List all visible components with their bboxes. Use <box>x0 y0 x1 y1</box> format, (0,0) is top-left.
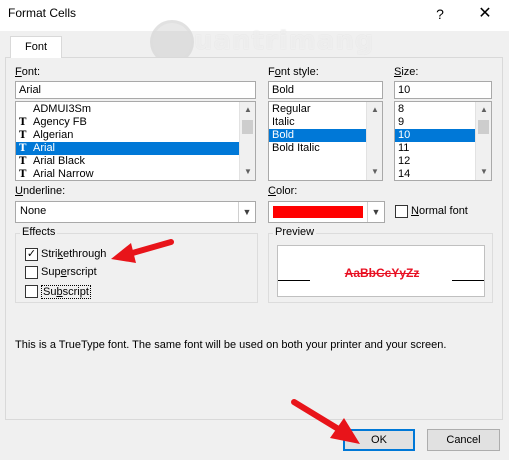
subscript-label-rest: script <box>62 286 89 298</box>
normal-font-checkbox[interactable] <box>395 205 408 218</box>
annotation-arrow-strikethrough <box>111 239 174 263</box>
size-list-item-label: 12 <box>398 155 411 167</box>
size-list-item-label: 9 <box>398 116 405 128</box>
normal-font-label[interactable]: Normal font <box>411 205 468 217</box>
chevron-down-icon[interactable]: ▼ <box>238 202 255 222</box>
scroll-up-icon[interactable]: ▲ <box>476 102 491 118</box>
scroll-up-icon[interactable]: ▲ <box>240 102 255 118</box>
font-list-item-label: Arial Black <box>33 155 85 167</box>
font-list-item[interactable]: T Arial Narrow <box>16 168 255 180</box>
truetype-icon: T <box>19 143 27 154</box>
size-label: Size: <box>394 66 418 78</box>
font-label-accel: F <box>15 66 22 78</box>
strikethrough-label-pre: Stri <box>41 248 58 260</box>
help-button[interactable]: ? <box>427 3 453 25</box>
font-style-label: Font style: <box>268 66 319 78</box>
close-button[interactable]: ✕ <box>468 3 502 25</box>
strikethrough-label-rest: ethrough <box>63 248 107 260</box>
size-list-scrollbar[interactable]: ▲ ▼ <box>475 102 491 180</box>
truetype-icon: T <box>19 130 27 141</box>
underline-label-accel: U <box>15 185 23 197</box>
truetype-icon: T <box>19 117 27 128</box>
strikethrough-label[interactable]: Strikethrough <box>41 248 106 260</box>
font-style-label-rest: nt style: <box>280 66 319 78</box>
size-list[interactable]: 8 9 10 11 12 14 ▲ ▼ <box>394 101 492 181</box>
superscript-label-pre: Sup <box>41 266 61 278</box>
size-list-item-label: 11 <box>398 142 410 154</box>
font-list-scrollbar[interactable]: ▲ ▼ <box>239 102 255 180</box>
scroll-thumb[interactable] <box>242 120 253 134</box>
preview-sample: AaBbCcYyZz <box>344 266 420 280</box>
underline-value: None <box>20 205 47 217</box>
font-list-item[interactable]: T Arial Black <box>16 155 255 168</box>
size-input[interactable]: 10 <box>394 81 492 99</box>
font-list-item-label: ADMUI3Sm <box>33 103 92 115</box>
font-name-input[interactable]: Arial <box>15 81 256 99</box>
font-list-item[interactable]: T Algerian <box>16 129 255 142</box>
font-list-item-label: Agency FB <box>33 116 87 128</box>
annotation-arrow-ok <box>291 399 360 444</box>
baseline-right <box>452 280 484 281</box>
superscript-label-rest: rscript <box>66 266 97 278</box>
subscript-label[interactable]: Subscript <box>41 285 91 299</box>
font-style-input[interactable]: Bold <box>268 81 383 99</box>
scroll-thumb[interactable] <box>478 120 489 134</box>
underline-label-rest: nderline: <box>22 185 66 197</box>
normal-font-label-rest: ormal font <box>418 205 468 217</box>
superscript-checkbox[interactable] <box>25 266 38 279</box>
color-swatch <box>273 206 363 218</box>
color-label-accel: C <box>268 185 276 197</box>
font-style-label-pre: F <box>268 66 275 78</box>
preview-box: AaBbCcYyZz <box>277 245 485 297</box>
font-style-list-item-label: Italic <box>272 116 295 128</box>
underline-label: Underline: <box>15 185 65 197</box>
underline-select[interactable]: None ▼ <box>15 201 256 223</box>
scroll-up-icon[interactable]: ▲ <box>367 102 382 118</box>
preview-title: Preview <box>273 226 317 238</box>
font-style-scrollbar[interactable]: ▲ ▼ <box>366 102 382 180</box>
color-select[interactable]: ▼ <box>268 201 385 223</box>
truetype-icon: T <box>19 169 27 180</box>
window-title: Format Cells <box>8 6 77 20</box>
truetype-icon: T <box>19 156 27 167</box>
scroll-down-icon[interactable]: ▼ <box>476 164 491 180</box>
font-list-item-label: Algerian <box>33 129 74 141</box>
font-list-item-label: Arial Narrow <box>33 168 94 180</box>
subscript-checkbox[interactable] <box>25 285 38 298</box>
color-label-rest: olor: <box>275 185 298 197</box>
effects-title: Effects <box>20 226 58 238</box>
baseline-left <box>278 280 310 281</box>
font-list-item[interactable]: T Arial <box>16 142 255 155</box>
scroll-down-icon[interactable]: ▼ <box>240 164 255 180</box>
cancel-button[interactable]: Cancel <box>427 429 500 451</box>
font-list[interactable]: ADMUI3Sm T Agency FB T Algerian T Arial T Arial … <box>15 101 256 181</box>
color-label: Color: <box>268 185 297 197</box>
font-label-rest: ont: <box>21 66 41 78</box>
font-info-text: This is a TrueType font. The same font w… <box>15 339 447 351</box>
font-style-list-item-label: Regular <box>272 103 311 115</box>
chevron-down-icon[interactable]: ▼ <box>367 202 384 222</box>
size-list-item-label: 8 <box>398 103 405 115</box>
font-label: Font: <box>15 66 40 78</box>
font-style-list[interactable]: Regular Italic Bold Bold Italic ▲ ▼ <box>268 101 383 181</box>
size-label-rest: ize: <box>401 66 419 78</box>
subscript-label-pre: Su <box>43 286 57 298</box>
size-list-item-label: 10 <box>398 129 411 141</box>
superscript-label[interactable]: Superscript <box>41 266 97 278</box>
strikethrough-checkbox[interactable]: ✓ <box>25 248 38 261</box>
size-list-item-label: 14 <box>398 168 411 180</box>
font-list-item[interactable]: T Agency FB <box>16 116 255 129</box>
font-list-item[interactable]: ADMUI3Sm <box>16 103 255 116</box>
tab-font[interactable]: Font <box>10 36 62 58</box>
normal-font-label-accel: N <box>411 205 419 217</box>
scroll-down-icon[interactable]: ▼ <box>367 164 382 180</box>
font-list-item-label: Arial <box>33 142 56 154</box>
font-style-list-item-label: Bold Italic <box>272 142 320 154</box>
watermark-text: uantrimang <box>194 26 375 56</box>
font-style-list-item-label: Bold <box>272 129 295 141</box>
